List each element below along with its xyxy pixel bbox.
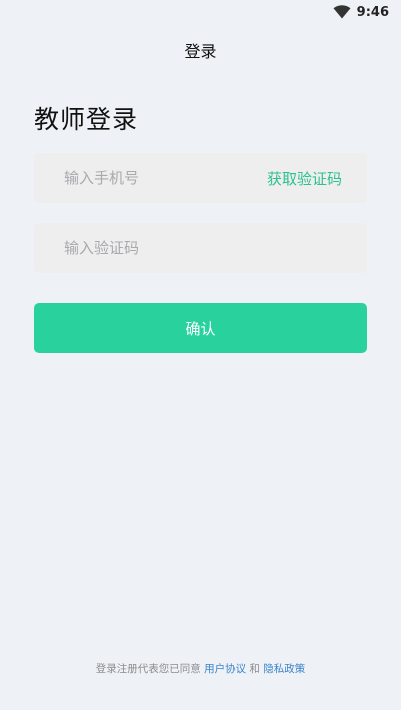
phone-input[interactable]	[64, 169, 267, 187]
agreement-footer: 登录注册代表您已同意 用户协议 和 隐私政策	[0, 661, 401, 676]
page-title: 登录	[184, 42, 217, 61]
wifi-icon	[333, 5, 351, 19]
user-agreement-link[interactable]: 用户协议	[204, 663, 246, 675]
agreement-prefix: 登录注册代表您已同意	[95, 663, 201, 675]
privacy-policy-link[interactable]: 隐私政策	[263, 663, 305, 675]
confirm-button[interactable]: 确认	[34, 303, 367, 353]
code-field	[34, 223, 367, 273]
code-input[interactable]	[64, 239, 342, 257]
agreement-conjunction: 和	[249, 663, 260, 675]
login-heading: 教师登录	[34, 105, 139, 134]
get-code-button[interactable]: 获取验证码	[267, 168, 342, 189]
status-bar: 9:46	[0, 0, 401, 24]
phone-field: 获取验证码	[34, 153, 367, 203]
status-time: 9:46	[356, 4, 389, 20]
